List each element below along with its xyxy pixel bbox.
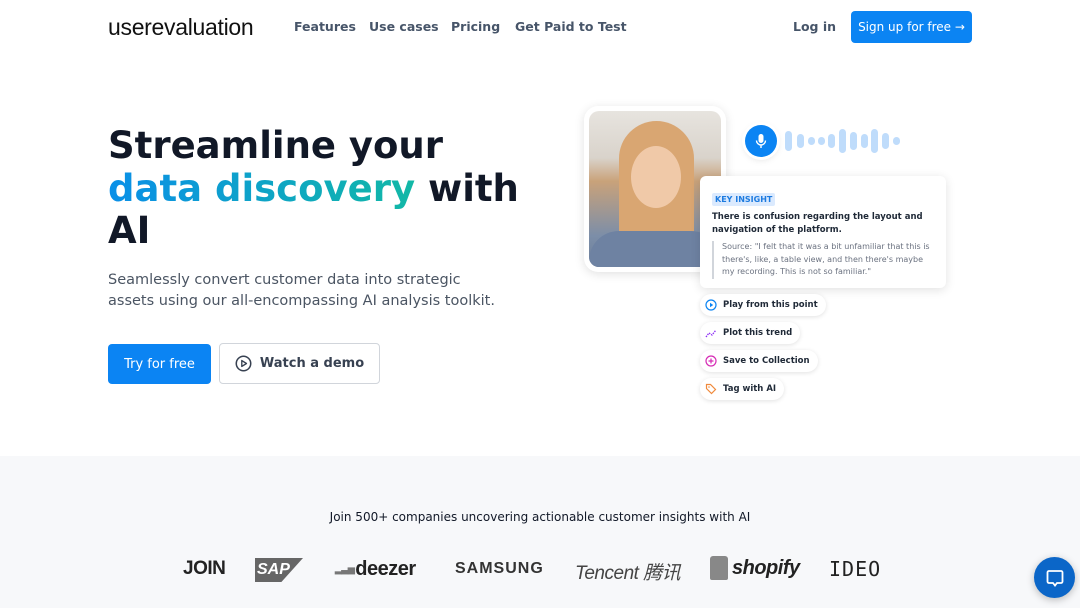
- chat-widget-button[interactable]: [1034, 557, 1075, 598]
- title-line: AI: [108, 209, 151, 252]
- logo-ideo: IDEO: [829, 557, 882, 581]
- key-insight-card: KEY INSIGHT There is confusion regarding…: [700, 176, 946, 288]
- save-to-collection-button[interactable]: Save to Collection: [700, 350, 818, 372]
- logo-samsung: SAMSUNG: [455, 560, 544, 577]
- login-link[interactable]: Log in: [793, 19, 836, 34]
- nav-use-cases[interactable]: Use cases: [369, 19, 439, 34]
- social-proof-section: [0, 456, 1080, 608]
- social-proof-text: Join 500+ companies uncovering actionabl…: [329, 510, 751, 524]
- chat-bubble-icon: [1046, 569, 1063, 587]
- nav-get-paid[interactable]: Get Paid to Test: [515, 19, 627, 34]
- chip-label: Plot this trend: [723, 328, 793, 338]
- demo-label: Watch a demo: [259, 356, 365, 371]
- chip-label: Save to Collection: [723, 356, 810, 366]
- insight-source: Source: "I felt that it was a bit unfami…: [712, 241, 934, 279]
- nav-pricing[interactable]: Pricing: [451, 19, 500, 34]
- logo-join: JOIN: [183, 558, 226, 579]
- key-insight-badge: KEY INSIGHT: [712, 193, 776, 206]
- watch-demo-button[interactable]: Watch a demo: [219, 343, 380, 384]
- try-for-free-button[interactable]: Try for free: [108, 344, 211, 384]
- hero-title: Streamline your data discovery with AI: [108, 124, 528, 253]
- tag-icon: [705, 383, 717, 395]
- logo-deezer: ▂▃▅ deezer: [335, 558, 416, 581]
- signup-button[interactable]: Sign up for free →: [851, 11, 972, 43]
- title-highlight: data discovery: [108, 166, 416, 210]
- microphone-icon: [745, 125, 777, 157]
- hero-subtitle: Seamlessly convert customer data into st…: [108, 272, 495, 309]
- nav-features[interactable]: Features: [294, 19, 356, 34]
- logo-shopify: shopify: [710, 556, 800, 580]
- plus-circle-icon: [705, 355, 717, 367]
- tag-with-ai-button[interactable]: Tag with AI: [700, 378, 785, 400]
- sparkle-trend-icon: [705, 329, 717, 338]
- shopify-bag-icon: [710, 556, 728, 580]
- shopify-text: shopify: [732, 556, 800, 579]
- chip-label: Tag with AI: [723, 384, 777, 394]
- plot-trend-button[interactable]: Plot this trend: [700, 322, 801, 344]
- logo[interactable]: userevaluation: [108, 14, 254, 41]
- deezer-text: deezer: [355, 558, 416, 580]
- deezer-bars-icon: ▂▃▅: [335, 564, 355, 574]
- title-line: Streamline your: [108, 124, 444, 167]
- title-rest: with: [415, 166, 519, 210]
- play-circle-icon: [235, 355, 252, 372]
- play-circle-icon: [705, 299, 717, 311]
- insight-title: There is confusion regarding the layout …: [712, 212, 923, 235]
- chip-label: Play from this point: [723, 300, 818, 310]
- logo-tencent: Tencent 腾讯: [575, 563, 681, 584]
- play-from-point-button[interactable]: Play from this point: [700, 294, 826, 316]
